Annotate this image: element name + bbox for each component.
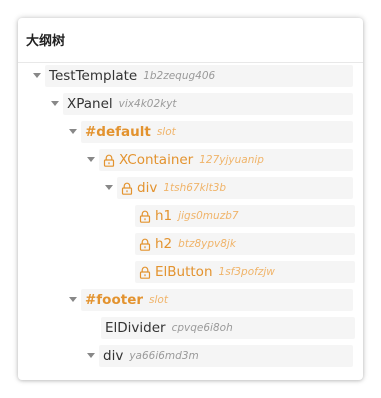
node-id: cpvqe6i8oh	[171, 322, 233, 334]
outline-tree-panel: 大纲树 TestTemplate 1b2zequg406 XPanel vix4…	[18, 18, 363, 380]
tree-node-div-2[interactable]: div ya66i6md3m	[83, 345, 353, 367]
node-name: div	[103, 348, 124, 364]
tree-node-xcontainer[interactable]: XContainer 127yjyuanip	[83, 149, 353, 171]
node-name: ElDivider	[105, 320, 166, 336]
node-id: slot	[156, 126, 176, 138]
tree-node-label[interactable]: div 1tsh67klt3b	[117, 177, 353, 199]
lock-icon	[139, 233, 153, 255]
title-divider	[18, 62, 363, 63]
node-name: h1	[155, 208, 173, 224]
node-id: vix4k02kyt	[118, 98, 177, 110]
tree-node-elbutton[interactable]: ElButton 1sf3pofzjw	[135, 261, 355, 283]
node-name: h2	[155, 236, 173, 252]
tree-node-xpanel[interactable]: XPanel vix4k02kyt	[47, 93, 353, 115]
node-name: TestTemplate	[49, 68, 138, 84]
tree-node-label[interactable]: TestTemplate 1b2zequg406	[45, 65, 353, 87]
tree-node-label[interactable]: XContainer 127yjyuanip	[99, 149, 353, 171]
lock-icon	[121, 177, 135, 199]
node-id: ya66i6md3m	[129, 350, 199, 362]
tree-node-h2[interactable]: h2 btz8ypv8jk	[135, 233, 355, 255]
node-name: div	[137, 180, 158, 196]
node-id: 127yjyuanip	[199, 154, 264, 166]
caret-down-icon[interactable]	[83, 149, 99, 171]
node-id: slot	[149, 294, 168, 306]
tree-node-label[interactable]: #default slot	[81, 121, 353, 143]
node-id: 1tsh67klt3b	[163, 182, 227, 194]
tree-node-label[interactable]: h1 jigs0muzb7	[135, 205, 355, 227]
lock-icon	[103, 149, 117, 171]
caret-down-icon[interactable]	[65, 121, 81, 143]
node-name: ElButton	[155, 264, 213, 280]
tree-node-h1[interactable]: h1 jigs0muzb7	[135, 205, 355, 227]
tree-node-label[interactable]: #footer slot	[81, 289, 353, 311]
node-name: XContainer	[119, 152, 194, 168]
tree-node-label[interactable]: ElButton 1sf3pofzjw	[135, 261, 355, 283]
caret-down-icon[interactable]	[101, 177, 117, 199]
tree-node-div[interactable]: div 1tsh67klt3b	[101, 177, 353, 199]
caret-down-icon[interactable]	[83, 345, 99, 367]
tree-node-label[interactable]: XPanel vix4k02kyt	[63, 93, 353, 115]
tree-node-label[interactable]: ElDivider cpvqe6i8oh	[101, 317, 355, 339]
caret-down-icon[interactable]	[29, 65, 45, 87]
tree-node-label[interactable]: div ya66i6md3m	[99, 345, 353, 367]
caret-down-icon[interactable]	[47, 93, 63, 115]
lock-icon	[139, 261, 153, 283]
node-name: #default	[85, 124, 151, 140]
tree-node-eldivider[interactable]: ElDivider cpvqe6i8oh	[101, 317, 355, 339]
node-name: #footer	[85, 292, 144, 308]
tree-node-label[interactable]: h2 btz8ypv8jk	[135, 233, 355, 255]
node-name: XPanel	[67, 96, 113, 112]
caret-down-icon[interactable]	[65, 289, 81, 311]
node-id: jigs0muzb7	[178, 210, 239, 222]
tree-node-default-slot[interactable]: #default slot	[65, 121, 353, 143]
panel-title: 大纲树	[26, 34, 66, 49]
tree-node-testtemplate[interactable]: TestTemplate 1b2zequg406	[29, 65, 353, 87]
lock-icon	[139, 205, 153, 227]
node-id: 1sf3pofzjw	[218, 266, 275, 278]
node-id: btz8ypv8jk	[178, 238, 236, 250]
node-id: 1b2zequg406	[143, 70, 216, 82]
tree-node-footer-slot[interactable]: #footer slot	[65, 289, 353, 311]
